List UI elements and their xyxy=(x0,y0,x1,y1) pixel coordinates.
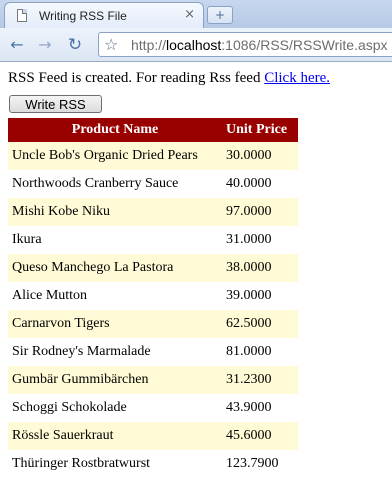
product-name-cell: Alice Mutton xyxy=(12,288,88,303)
page-content: RSS Feed is created. For reading Rss fee… xyxy=(8,70,392,471)
reload-icon[interactable]: ↻ xyxy=(64,34,86,56)
unit-price-cell: 62.5000 xyxy=(222,310,298,338)
write-rss-button[interactable]: Write RSS xyxy=(9,95,102,113)
status-message: RSS Feed is created. For reading Rss fee… xyxy=(8,70,331,86)
forward-arrow-icon[interactable]: → xyxy=(34,34,56,56)
address-bar[interactable]: ☆ http://localhost:1086/RSS/RSSWrite.asp… xyxy=(98,32,392,57)
unit-price-cell: 45.6000 xyxy=(222,422,298,450)
browser-tab[interactable]: Writing RSS File × xyxy=(4,2,204,28)
table-row: Queso Manchego La Pastora 38.0000 xyxy=(8,254,298,282)
read-feed-link[interactable]: Click here. xyxy=(264,70,330,86)
table-row: Gumbär Gummibärchen 31.2300 xyxy=(8,366,298,394)
product-name-cell: Schoggi Schokolade xyxy=(12,400,127,415)
table-row: Rössle Sauerkraut 45.6000 xyxy=(8,422,298,450)
table-row: Schoggi Schokolade 43.9000 xyxy=(8,394,298,422)
product-name-cell: Sir Rodney's Marmalade xyxy=(12,344,151,359)
url-text[interactable]: http://localhost:1086/RSS/RSSWrite.aspx xyxy=(131,37,388,53)
browser-toolbar: ← → ↻ ☆ http://localhost:1086/RSS/RSSWri… xyxy=(0,28,392,62)
page-icon xyxy=(17,9,27,22)
unit-price-cell: 81.0000 xyxy=(226,344,272,359)
unit-price-cell: 40.0000 xyxy=(226,176,272,191)
unit-price-cell: 30.0000 xyxy=(222,142,298,170)
unit-price-cell: 39.0000 xyxy=(226,288,272,303)
table-row: Carnarvon Tigers 62.5000 xyxy=(8,310,298,338)
product-name-cell: Uncle Bob's Organic Dried Pears xyxy=(8,142,222,170)
back-arrow-icon[interactable]: ← xyxy=(6,34,28,56)
table-row: Sir Rodney's Marmalade 81.0000 xyxy=(8,338,298,366)
product-name-cell: Gumbär Gummibärchen xyxy=(8,366,222,394)
product-name-cell: Rössle Sauerkraut xyxy=(8,422,222,450)
product-name-cell: Queso Manchego La Pastora xyxy=(8,254,222,282)
table-row: Uncle Bob's Organic Dried Pears 30.0000 xyxy=(8,142,298,170)
unit-price-cell: 97.0000 xyxy=(222,198,298,226)
new-tab-button[interactable]: + xyxy=(207,6,233,24)
product-name-cell: Thüringer Rostbratwurst xyxy=(12,456,151,471)
product-name-cell: Ikura xyxy=(12,232,42,247)
table-row: Thüringer Rostbratwurst 123.7900 xyxy=(8,450,298,478)
product-name-cell: Carnarvon Tigers xyxy=(8,310,222,338)
unit-price-cell: 31.2300 xyxy=(222,366,298,394)
product-name-cell: Northwoods Cranberry Sauce xyxy=(12,176,179,191)
tab-title: Writing RSS File xyxy=(39,9,127,23)
unit-price-cell: 38.0000 xyxy=(222,254,298,282)
table-header-row: Product Name Unit Price xyxy=(8,118,298,142)
star-icon[interactable]: ☆ xyxy=(104,35,118,54)
table-row: Northwoods Cranberry Sauce 40.0000 xyxy=(8,170,298,198)
header-product-name: Product Name xyxy=(8,118,222,142)
table-row: Ikura 31.0000 xyxy=(8,226,298,254)
unit-price-cell: 123.7900 xyxy=(226,456,279,471)
product-name-cell: Mishi Kobe Niku xyxy=(8,198,222,226)
close-icon[interactable]: × xyxy=(184,7,195,22)
unit-price-cell: 43.9000 xyxy=(226,400,272,415)
unit-price-cell: 31.0000 xyxy=(226,232,272,247)
tab-strip: Writing RSS File × + xyxy=(0,0,392,28)
table-row: Mishi Kobe Niku 97.0000 xyxy=(8,198,298,226)
table-row: Alice Mutton 39.0000 xyxy=(8,282,298,310)
products-table: Product Name Unit Price Uncle Bob's Orga… xyxy=(8,118,298,478)
header-unit-price: Unit Price xyxy=(222,118,298,142)
